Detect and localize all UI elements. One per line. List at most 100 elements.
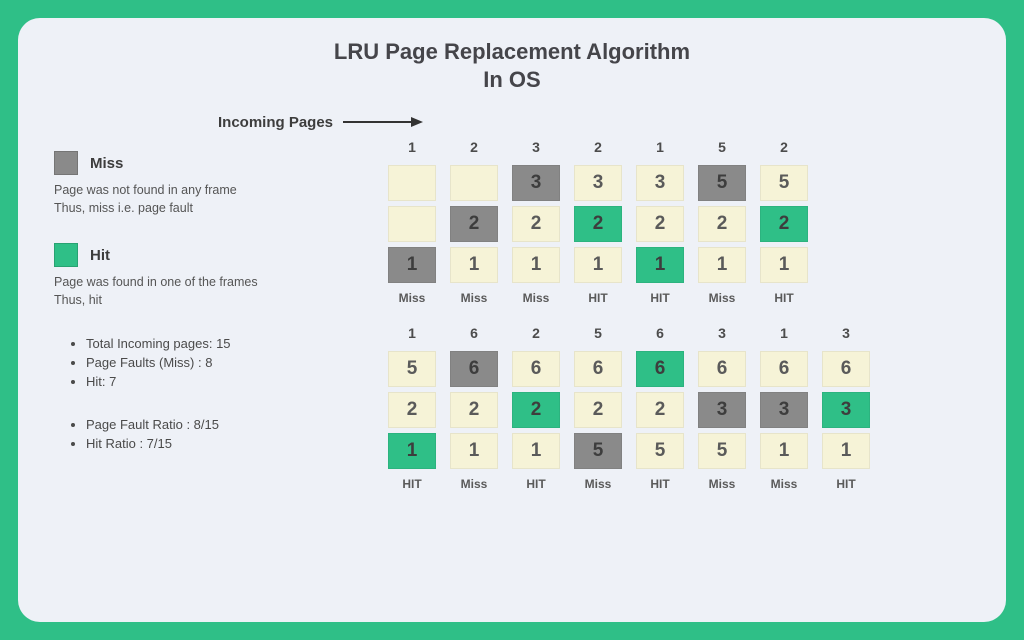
column-status: HIT [650, 477, 669, 491]
stat-item: Hit: 7 [86, 374, 364, 389]
diagram-panel: LRU Page Replacement Algorithm In OS Mis… [18, 18, 1006, 622]
frame-column: 2 3 2 1 HIT [574, 139, 622, 305]
incoming-page-number: 6 [470, 325, 478, 345]
frame-cell: 2 [450, 206, 498, 242]
frame-column: 3 6 3 1 HIT [822, 325, 870, 491]
frame-cell: 2 [512, 206, 560, 242]
frame-cell: 3 [822, 392, 870, 428]
frame-cell: 1 [512, 247, 560, 283]
frame-cell: 1 [822, 433, 870, 469]
column-status: HIT [774, 291, 793, 305]
frame-cell: 6 [698, 351, 746, 387]
frame-cell: 3 [574, 165, 622, 201]
frame-cell: 2 [636, 206, 684, 242]
frame-cell: 1 [574, 247, 622, 283]
column-status: Miss [709, 291, 736, 305]
frame-column: 1521HIT [388, 325, 436, 491]
column-status: Miss [771, 477, 798, 491]
column-status: Miss [461, 291, 488, 305]
frame-column: 5 6 2 5 Miss [574, 325, 622, 491]
frame-column: 1 6 3 1 Miss [760, 325, 808, 491]
frame-cell: 6 [512, 351, 560, 387]
incoming-page-number: 1 [780, 325, 788, 345]
frame-cell: 2 [512, 392, 560, 428]
right-column: Incoming Pages 11Miss221Miss3321Miss2321… [388, 111, 970, 511]
stat-item: Hit Ratio : 7/15 [86, 436, 364, 451]
incoming-page-number: 5 [594, 325, 602, 345]
hit-title: Hit [90, 247, 110, 264]
frame-cell: 1 [760, 433, 808, 469]
frame-cell: 3 [760, 392, 808, 428]
column-status: Miss [585, 477, 612, 491]
frame-cell: 2 [574, 392, 622, 428]
frame-column: 6621Miss [450, 325, 498, 491]
stats-list-a: Total Incoming pages: 15 Page Faults (Mi… [68, 336, 364, 389]
incoming-label: Incoming Pages [218, 114, 333, 131]
frame-cell: 1 [698, 247, 746, 283]
stat-item: Page Fault Ratio : 8/15 [86, 417, 364, 432]
frame-cell: 3 [636, 165, 684, 201]
frame-column: 2521HIT [760, 139, 808, 305]
frame-cell: 1 [512, 433, 560, 469]
column-status: HIT [402, 477, 421, 491]
title-line-1: LRU Page Replacement Algorithm [334, 39, 690, 64]
frame-row-2: 1521HIT6621Miss2621HIT5625Miss6625HIT363… [388, 325, 970, 491]
column-status: Miss [399, 291, 426, 305]
frame-cell: 2 [450, 392, 498, 428]
frame-cell: 6 [760, 351, 808, 387]
frame-column: 3321Miss [512, 139, 560, 305]
column-status: HIT [836, 477, 855, 491]
frame-cell: 6 [822, 351, 870, 387]
incoming-page-number: 2 [594, 139, 602, 159]
frame-cell: 2 [636, 392, 684, 428]
column-status: Miss [523, 291, 550, 305]
hit-swatch [54, 243, 78, 267]
miss-title: Miss [90, 155, 123, 172]
column-status: HIT [588, 291, 607, 305]
incoming-page-number: 2 [470, 139, 478, 159]
frame-cell: 5 [698, 433, 746, 469]
column-status: HIT [526, 477, 545, 491]
incoming-page-number: 2 [780, 139, 788, 159]
stat-item: Page Faults (Miss) : 8 [86, 355, 364, 370]
frame-column: 2621HIT [512, 325, 560, 491]
frame-cell: 5 [574, 433, 622, 469]
column-status: Miss [709, 477, 736, 491]
stats-block: Total Incoming pages: 15 Page Faults (Mi… [68, 336, 364, 451]
frame-column: 2 2 1 Miss [450, 139, 498, 305]
frame-column: 3 6 3 5 Miss [698, 325, 746, 491]
frame-cell: 2 [698, 206, 746, 242]
frame-column: 5 5 2 1 Miss [698, 139, 746, 305]
frame-cell: 5 [388, 351, 436, 387]
hit-desc: Page was found in one of the frames Thus… [54, 273, 364, 309]
frame-cell: 3 [698, 392, 746, 428]
arrow-right-icon [343, 115, 423, 129]
frame-cell: 2 [760, 206, 808, 242]
frame-cell [388, 165, 436, 201]
page-title: LRU Page Replacement Algorithm In OS [54, 38, 970, 93]
incoming-page-number: 1 [656, 139, 664, 159]
incoming-row: Incoming Pages [388, 111, 970, 133]
frame-cell: 2 [574, 206, 622, 242]
frame-cell: 1 [450, 247, 498, 283]
legend-hit: Hit Page was found in one of the frames … [54, 243, 364, 309]
frame-cell: 1 [388, 433, 436, 469]
frame-cell: 6 [574, 351, 622, 387]
miss-desc: Page was not found in any frame Thus, mi… [54, 181, 364, 217]
incoming-page-number: 3 [718, 325, 726, 345]
frame-cell: 5 [636, 433, 684, 469]
incoming-page-number: 3 [842, 325, 850, 345]
frame-cell: 1 [388, 247, 436, 283]
frame-column: 11Miss [388, 139, 436, 305]
frame-cell: 5 [698, 165, 746, 201]
column-status: HIT [650, 291, 669, 305]
incoming-page-number: 6 [656, 325, 664, 345]
incoming-page-number: 3 [532, 139, 540, 159]
legend-miss: Miss Page was not found in any frame Thu… [54, 151, 364, 217]
frame-cell: 6 [636, 351, 684, 387]
left-column: Miss Page was not found in any frame Thu… [54, 111, 364, 511]
stats-list-b: Page Fault Ratio : 8/15 Hit Ratio : 7/15 [68, 417, 364, 451]
frame-cell: 6 [450, 351, 498, 387]
incoming-page-number: 5 [718, 139, 726, 159]
frame-cell: 5 [760, 165, 808, 201]
